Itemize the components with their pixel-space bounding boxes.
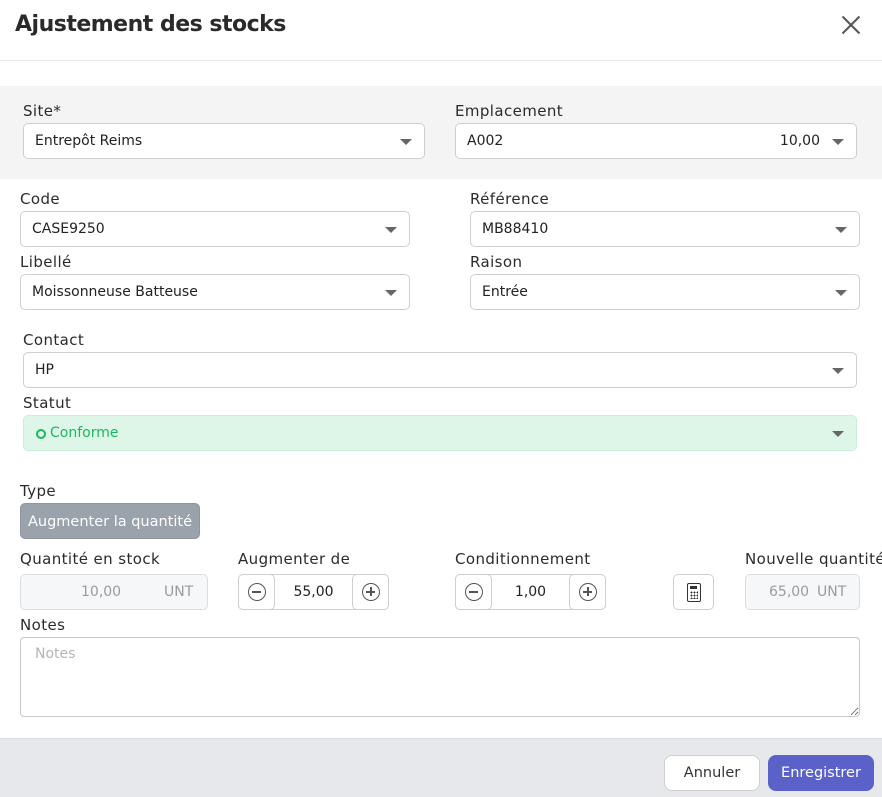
- minus-circle-icon: [465, 583, 483, 601]
- save-button[interactable]: Enregistrer: [768, 755, 874, 791]
- chevron-down-icon: [385, 227, 397, 233]
- increment-button[interactable]: [569, 574, 606, 610]
- plus-circle-icon: [579, 583, 597, 601]
- reference-select[interactable]: MB88410: [470, 211, 860, 247]
- site-value: Entrepôt Reims: [35, 133, 143, 149]
- contact-select[interactable]: HP: [23, 352, 857, 388]
- chevron-down-icon: [835, 227, 847, 233]
- emplacement-select[interactable]: A002 10,00: [455, 123, 857, 159]
- contact-value: HP: [35, 362, 54, 378]
- site-label: Site*: [23, 102, 62, 120]
- decrement-button[interactable]: [455, 574, 492, 610]
- dialog-title: Ajustement des stocks: [15, 12, 286, 37]
- contact-label: Contact: [23, 331, 85, 349]
- status-dot-icon: [36, 429, 46, 439]
- augmenter-label: Augmenter de: [238, 550, 351, 568]
- nouvelle-quantite-value: 65,00: [769, 584, 810, 600]
- site-select[interactable]: Entrepôt Reims: [23, 123, 425, 159]
- type-label: Type: [20, 482, 57, 500]
- statut-select[interactable]: Conforme: [23, 415, 857, 451]
- augmenter-value[interactable]: 55,00: [276, 584, 351, 600]
- emplacement-label: Emplacement: [455, 102, 564, 120]
- conditionnement-label: Conditionnement: [455, 550, 591, 568]
- chevron-down-icon: [832, 431, 844, 437]
- conditionnement-stepper[interactable]: 1,00: [455, 574, 606, 610]
- emplacement-quantity: 10,00: [779, 133, 820, 149]
- reference-label: Référence: [470, 190, 550, 208]
- libelle-value: Moissonneuse Batteuse: [32, 284, 198, 300]
- chevron-down-icon: [832, 139, 844, 145]
- nouvelle-quantite-label: Nouvelle quantité: [745, 550, 882, 568]
- dialog-header: Ajustement des stocks: [0, 0, 882, 61]
- raison-value: Entrée: [482, 284, 528, 300]
- quantite-stock-field: 10,00 UNT: [20, 574, 208, 610]
- nouvelle-quantite-unit: UNT: [817, 584, 847, 600]
- emplacement-value: A002: [467, 133, 504, 149]
- quantite-stock-label: Quantité en stock: [20, 550, 161, 568]
- code-value: CASE9250: [32, 221, 105, 237]
- notes-label: Notes: [20, 616, 66, 634]
- libelle-label: Libellé: [20, 253, 72, 271]
- conditionnement-value[interactable]: 1,00: [493, 584, 568, 600]
- increment-button[interactable]: [352, 574, 389, 610]
- chevron-down-icon: [385, 290, 397, 296]
- dialog-footer: Annuler Enregistrer: [0, 738, 882, 797]
- nouvelle-quantite-field: 65,00 UNT: [745, 574, 860, 610]
- minus-circle-icon: [248, 583, 266, 601]
- chevron-down-icon: [832, 368, 844, 374]
- quantite-stock-unit: UNT: [164, 584, 194, 600]
- chevron-down-icon: [400, 139, 412, 145]
- plus-circle-icon: [362, 583, 380, 601]
- calculator-icon: [687, 583, 701, 602]
- statut-value: Conforme: [50, 425, 119, 441]
- augmenter-stepper[interactable]: 55,00: [238, 574, 389, 610]
- quantite-stock-value: 10,00: [81, 584, 122, 600]
- chevron-down-icon: [835, 290, 847, 296]
- raison-select[interactable]: Entrée: [470, 274, 860, 310]
- libelle-select[interactable]: Moissonneuse Batteuse: [20, 274, 410, 310]
- raison-label: Raison: [470, 253, 523, 271]
- statut-label: Statut: [23, 394, 72, 412]
- code-label: Code: [20, 190, 61, 208]
- calculator-button[interactable]: [673, 574, 714, 610]
- decrement-button[interactable]: [238, 574, 275, 610]
- reference-value: MB88410: [482, 221, 549, 237]
- cancel-button[interactable]: Annuler: [664, 755, 760, 791]
- notes-textarea[interactable]: [20, 637, 860, 717]
- code-select[interactable]: CASE9250: [20, 211, 410, 247]
- increase-quantity-button[interactable]: Augmenter la quantité: [20, 503, 200, 539]
- close-icon[interactable]: [838, 12, 864, 38]
